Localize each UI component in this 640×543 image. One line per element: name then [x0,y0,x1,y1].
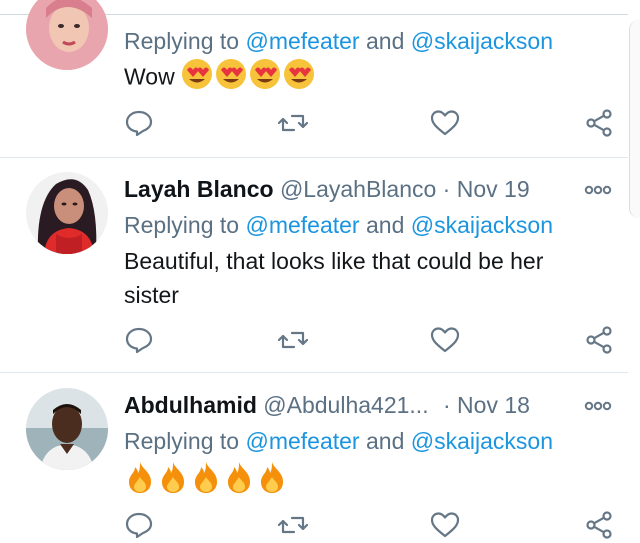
and-word: and [365,428,405,454]
fire-emoji-icon [129,462,151,493]
tweet-header: Abdulhamid @Abdulha421... · Nov 18 [124,392,530,419]
mention-link[interactable]: @mefeater [245,428,359,454]
share-icon[interactable] [584,325,614,355]
emoji-row [124,460,294,503]
and-word: and [365,212,405,238]
more-options-icon[interactable] [584,396,612,416]
like-icon[interactable] [430,325,460,355]
avatar[interactable] [26,172,108,254]
avatar[interactable] [26,388,108,470]
share-icon[interactable] [584,108,614,138]
fire-emoji-icon [162,462,184,493]
tweet-divider [0,372,628,373]
and-word: and [365,28,405,54]
replying-to: Replying to @mefeater and @skaijackson [124,28,553,55]
replying-prefix: Replying to [124,28,240,54]
tweet-header: Layah Blanco @LayahBlanco · Nov 19 [124,176,530,203]
fire-emoji-icon [228,462,250,493]
tweet-date[interactable]: Nov 18 [457,392,530,418]
mention-link[interactable]: @skaijackson [411,428,553,454]
tweet-date[interactable]: Nov 19 [457,176,530,202]
replying-prefix: Replying to [124,212,240,238]
share-icon[interactable] [584,510,614,540]
reply-icon[interactable] [124,510,154,540]
mention-link[interactable]: @skaijackson [411,28,553,54]
like-icon[interactable] [430,510,460,540]
retweet-icon[interactable] [278,108,308,138]
tweet-text [124,460,594,503]
heart-eyes-emoji-icon [250,59,281,89]
fire-emoji-icon [195,462,217,493]
emoji-row [181,58,321,99]
avatar[interactable] [26,0,108,70]
reply-icon[interactable] [124,325,154,355]
display-name[interactable]: Layah Blanco [124,176,274,202]
reply-icon[interactable] [124,108,154,138]
tweet-text-line: sister [124,282,179,308]
replying-to: Replying to @mefeater and @skaijackson [124,428,553,455]
separator-dot: · [442,392,451,418]
scrollbar[interactable] [629,20,640,218]
replying-to: Replying to @mefeater and @skaijackson [124,212,553,239]
tweet-divider [0,157,628,158]
mention-link[interactable]: @mefeater [245,28,359,54]
tweet-text: Wow [124,58,594,99]
tweet-text-content: Wow [124,63,175,90]
user-handle[interactable]: @LayahBlanco [280,176,436,202]
mention-link[interactable]: @mefeater [245,212,359,238]
heart-eyes-emoji-icon [182,59,213,89]
retweet-icon[interactable] [278,325,308,355]
mention-link[interactable]: @skaijackson [411,212,553,238]
tweet-text-line: Beautiful, that looks like that could be… [124,248,544,274]
more-options-icon[interactable] [584,180,612,200]
like-icon[interactable] [430,108,460,138]
fire-emoji-icon [261,462,283,493]
retweet-icon[interactable] [278,510,308,540]
heart-eyes-emoji-icon [284,59,315,89]
user-handle[interactable]: @Abdulha421... [263,392,428,418]
replying-prefix: Replying to [124,428,240,454]
display-name[interactable]: Abdulhamid [124,392,257,418]
heart-eyes-emoji-icon [216,59,247,89]
tweet-text: Beautiful, that looks like that could be… [124,244,594,312]
separator-dot: · [442,176,451,202]
